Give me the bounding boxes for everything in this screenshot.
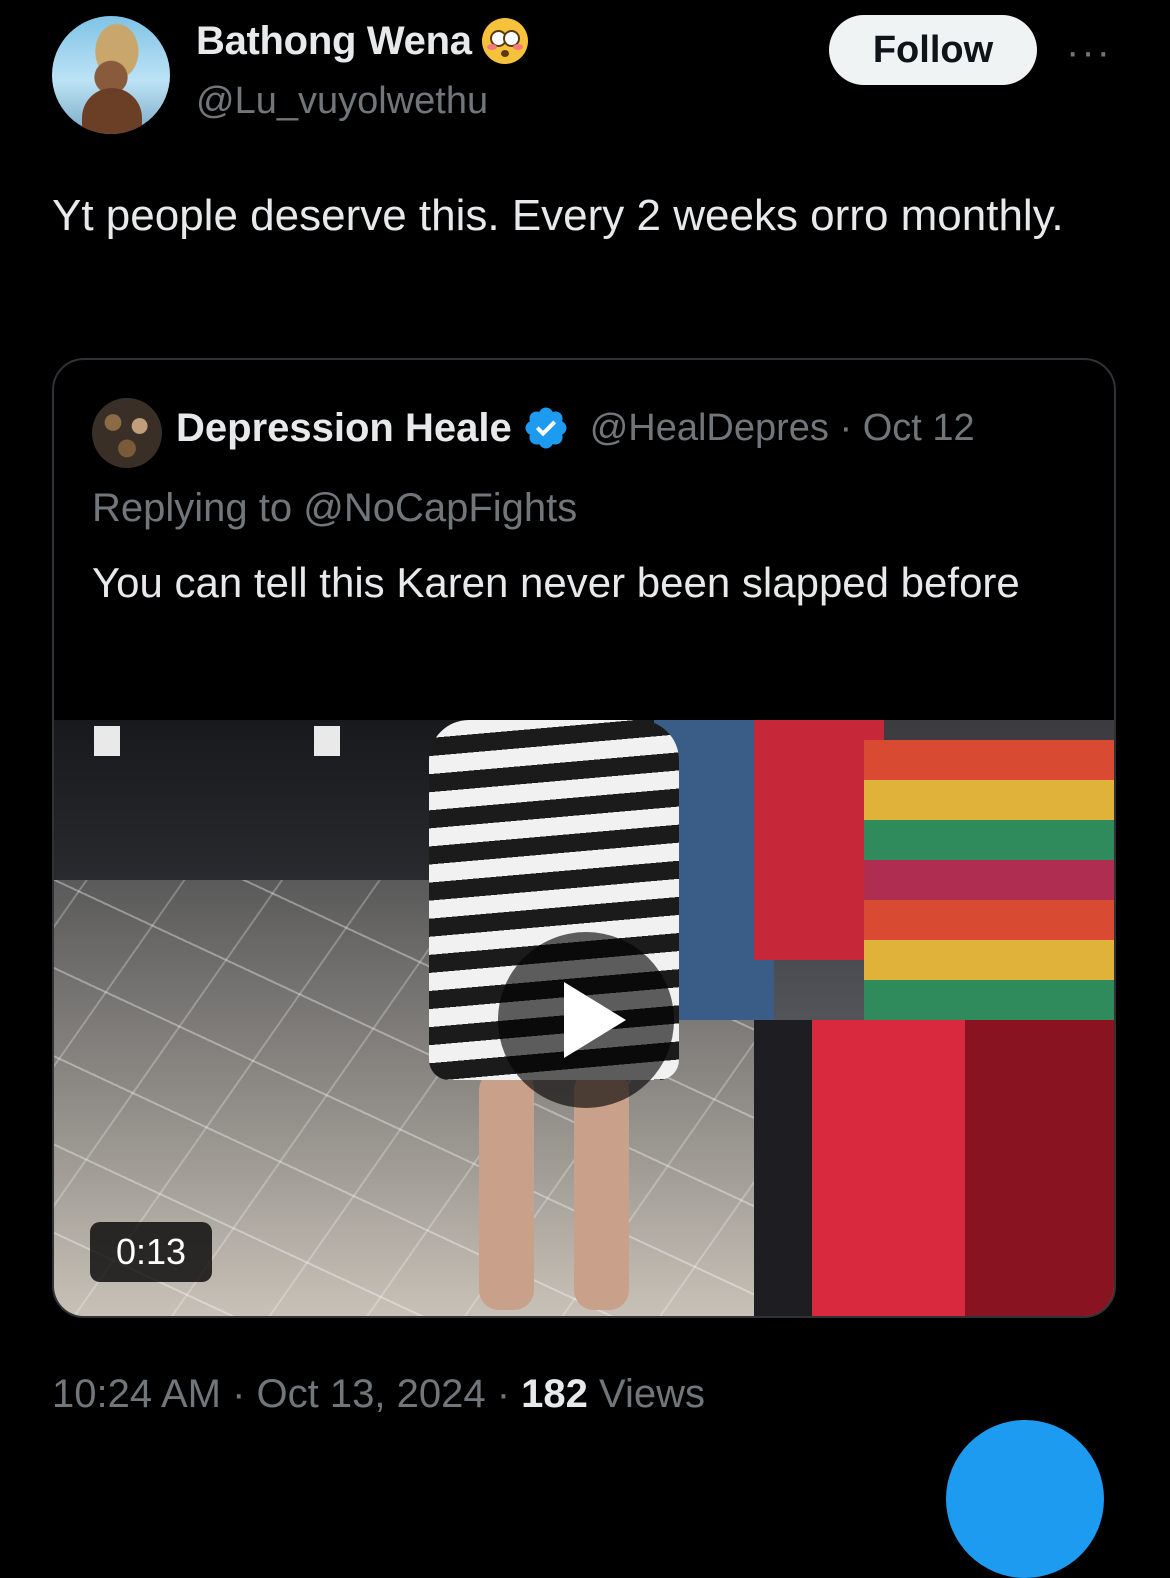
video-duration: 0:13 (90, 1222, 212, 1282)
author-name-row: Bathong Wena (196, 18, 528, 64)
verified-badge-icon (525, 407, 567, 449)
tweet-text: Yt people deserve this. Every 2 weeks or… (52, 191, 1064, 240)
views-label: Views (599, 1372, 706, 1416)
flushed-face-icon (481, 18, 528, 64)
compose-button[interactable] (946, 1420, 1104, 1578)
quoted-header: Depression Heale @HealDepres · Oct 12 (176, 404, 975, 452)
more-options-icon[interactable]: ··· (1066, 30, 1112, 75)
play-button[interactable] (498, 932, 674, 1108)
author-avatar[interactable] (52, 16, 170, 134)
quoted-handle-date: @HealDepres · Oct 12 (589, 406, 975, 449)
tweet-timestamp[interactable]: 10:24 AM · Oct 13, 2024 · (52, 1372, 510, 1416)
author-handle[interactable]: @Lu_vuyolwethu (196, 80, 488, 123)
follow-button[interactable]: Follow (829, 15, 1037, 85)
replying-to: Replying to @NoCapFights (92, 486, 578, 530)
video-player[interactable]: 0:13 (54, 720, 1114, 1316)
author-name[interactable]: Bathong Wena (196, 19, 472, 64)
quoted-tweet[interactable]: Depression Heale @HealDepres · Oct 12 Re… (52, 358, 1116, 1318)
quoted-text: You can tell this Karen never been slapp… (92, 559, 1020, 606)
play-icon (564, 982, 626, 1058)
tweet-footer: 10:24 AM · Oct 13, 2024 · 182 Views (52, 1372, 705, 1417)
views-count: 182 (521, 1372, 588, 1416)
quoted-author-name: Depression Heale (176, 405, 512, 450)
quoted-author-avatar (92, 398, 162, 468)
